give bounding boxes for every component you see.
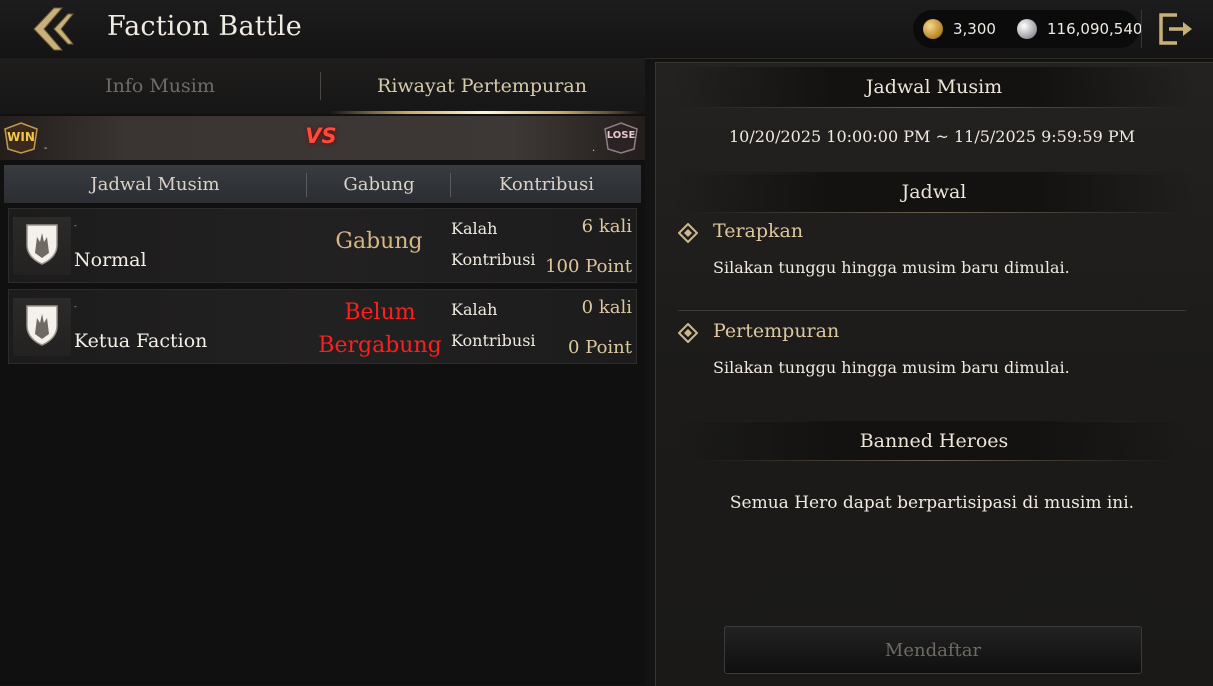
tab-riwayat-pertempuran[interactable]: Riwayat Pertempuran bbox=[322, 58, 642, 114]
diamond-bullet-icon bbox=[678, 323, 698, 343]
entry-divider bbox=[678, 310, 1186, 311]
column-header-jadwal-musim: Jadwal Musim bbox=[90, 173, 220, 195]
exit-button[interactable] bbox=[1157, 11, 1195, 47]
season-info-panel: Jadwal Musim 10/20/2025 10:00:00 PM ~ 11… bbox=[655, 62, 1213, 686]
win-badge: WIN bbox=[4, 122, 38, 154]
lose-side-name: . bbox=[592, 143, 596, 154]
lose-badge-text: LOSE bbox=[606, 130, 636, 141]
wolf-shield-icon bbox=[26, 224, 58, 265]
row-marker: - bbox=[74, 221, 77, 230]
banned-heroes-text: Semua Hero dapat berpartisipasi di musim… bbox=[729, 493, 1135, 513]
contribution-value: 0 Point bbox=[568, 337, 632, 358]
schedule-name: Normal bbox=[74, 249, 147, 271]
schedule-name: Ketua Faction bbox=[74, 330, 208, 352]
back-button[interactable] bbox=[26, 4, 78, 54]
back-arrow-icon bbox=[33, 7, 75, 51]
loss-label: Kalah bbox=[451, 219, 498, 238]
silver-amount: 116,090,540 bbox=[1047, 20, 1143, 38]
schedule-heading: Jadwal bbox=[674, 172, 1194, 212]
gold-currency: 3,300 bbox=[923, 10, 996, 48]
phase-text-pertempuran: Silakan tunggu hingga musim baru dimulai… bbox=[713, 358, 1070, 377]
active-tab-indicator bbox=[330, 111, 640, 114]
versus-bar: WIN - VS . LOSE bbox=[0, 116, 645, 160]
season-schedule-heading: Jadwal Musim bbox=[674, 67, 1194, 107]
loss-label: Kalah bbox=[451, 300, 498, 319]
contribution-label: Kontribusi bbox=[451, 331, 536, 350]
faction-shield bbox=[13, 298, 71, 356]
win-side-name: - bbox=[44, 143, 48, 154]
gold-coin-icon bbox=[923, 19, 943, 39]
wolf-shield-icon bbox=[26, 305, 58, 346]
top-bar: Faction Battle 3,300 116,090,540 bbox=[0, 0, 1213, 59]
column-header-gabung: Gabung bbox=[343, 173, 415, 195]
column-divider bbox=[306, 173, 307, 197]
join-status: Belum Bergabung bbox=[314, 296, 446, 362]
loss-value: 0 kali bbox=[581, 297, 632, 318]
page-title: Faction Battle bbox=[107, 11, 302, 42]
tab-info-musim[interactable]: Info Musim bbox=[0, 58, 320, 114]
section-divider bbox=[696, 460, 1176, 461]
currency-bar: 3,300 116,090,540 bbox=[913, 10, 1142, 48]
vs-label: VS bbox=[305, 124, 337, 148]
silver-coin-icon bbox=[1017, 19, 1037, 39]
tab-divider bbox=[320, 72, 321, 100]
silver-currency: 116,090,540 bbox=[1017, 10, 1142, 48]
win-badge-text: WIN bbox=[7, 130, 35, 144]
loss-value: 6 kali bbox=[581, 216, 632, 237]
contribution-label: Kontribusi bbox=[451, 250, 536, 269]
column-divider bbox=[450, 173, 451, 197]
exit-icon bbox=[1159, 13, 1192, 45]
diamond-bullet-icon bbox=[678, 223, 698, 243]
season-date-range: 10/20/2025 10:00:00 PM ~ 11/5/2025 9:59:… bbox=[728, 127, 1135, 146]
contribution-value: 100 Point bbox=[545, 256, 632, 277]
join-status: Gabung bbox=[335, 229, 423, 254]
gold-amount: 3,300 bbox=[953, 20, 996, 38]
register-button[interactable]: Mendaftar bbox=[724, 626, 1142, 674]
section-divider bbox=[696, 212, 1176, 213]
banned-heroes-heading: Banned Heroes bbox=[674, 421, 1194, 461]
header-divider bbox=[1141, 10, 1142, 48]
phase-text-terapkan: Silakan tunggu hingga musim baru dimulai… bbox=[713, 258, 1070, 277]
faction-shield bbox=[13, 217, 71, 275]
battle-history-panel: Info Musim Riwayat Pertempuran WIN - VS … bbox=[0, 58, 645, 685]
join-status-line-1: Belum bbox=[344, 300, 416, 325]
table-row[interactable]: - Normal Gabung Kalah Kontribusi 6 kali … bbox=[8, 208, 637, 283]
column-header-kontribusi: Kontribusi bbox=[498, 173, 595, 195]
tab-bar: Info Musim Riwayat Pertempuran bbox=[0, 58, 645, 114]
table-row[interactable]: - Ketua Faction Belum Bergabung Kalah Ko… bbox=[8, 289, 637, 364]
phase-title-pertempuran: Pertempuran bbox=[713, 320, 840, 342]
join-status-line-2: Bergabung bbox=[318, 333, 442, 358]
table-header: Jadwal Musim Gabung Kontribusi bbox=[4, 165, 641, 203]
lose-badge: LOSE bbox=[604, 122, 638, 154]
row-marker: - bbox=[74, 302, 77, 311]
section-divider bbox=[696, 107, 1176, 108]
phase-title-terapkan: Terapkan bbox=[713, 220, 804, 242]
